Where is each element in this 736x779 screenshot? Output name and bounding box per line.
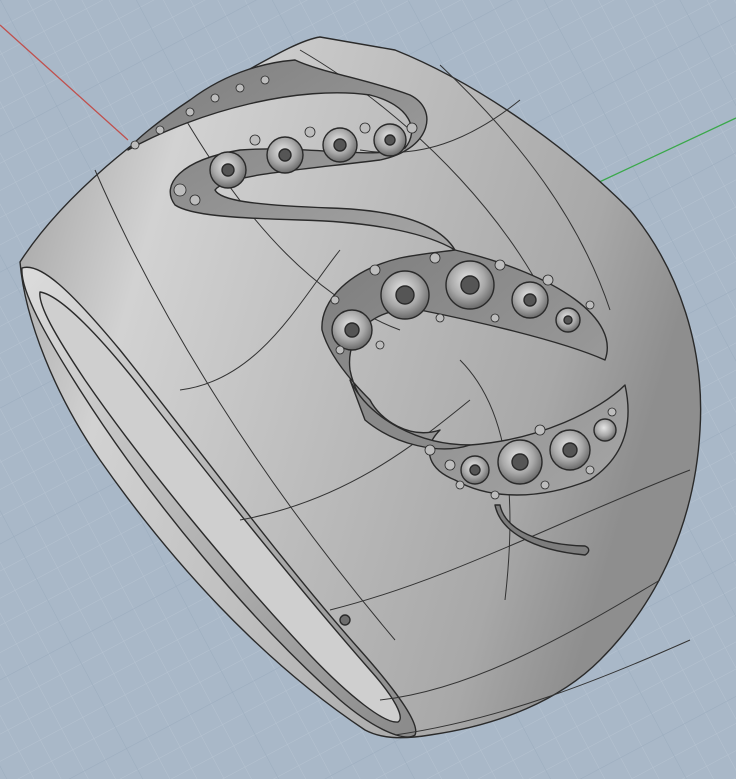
inner-pin-hole	[339, 614, 351, 626]
3d-viewport[interactable]	[0, 0, 736, 779]
viewport-canvas[interactable]	[0, 0, 736, 779]
